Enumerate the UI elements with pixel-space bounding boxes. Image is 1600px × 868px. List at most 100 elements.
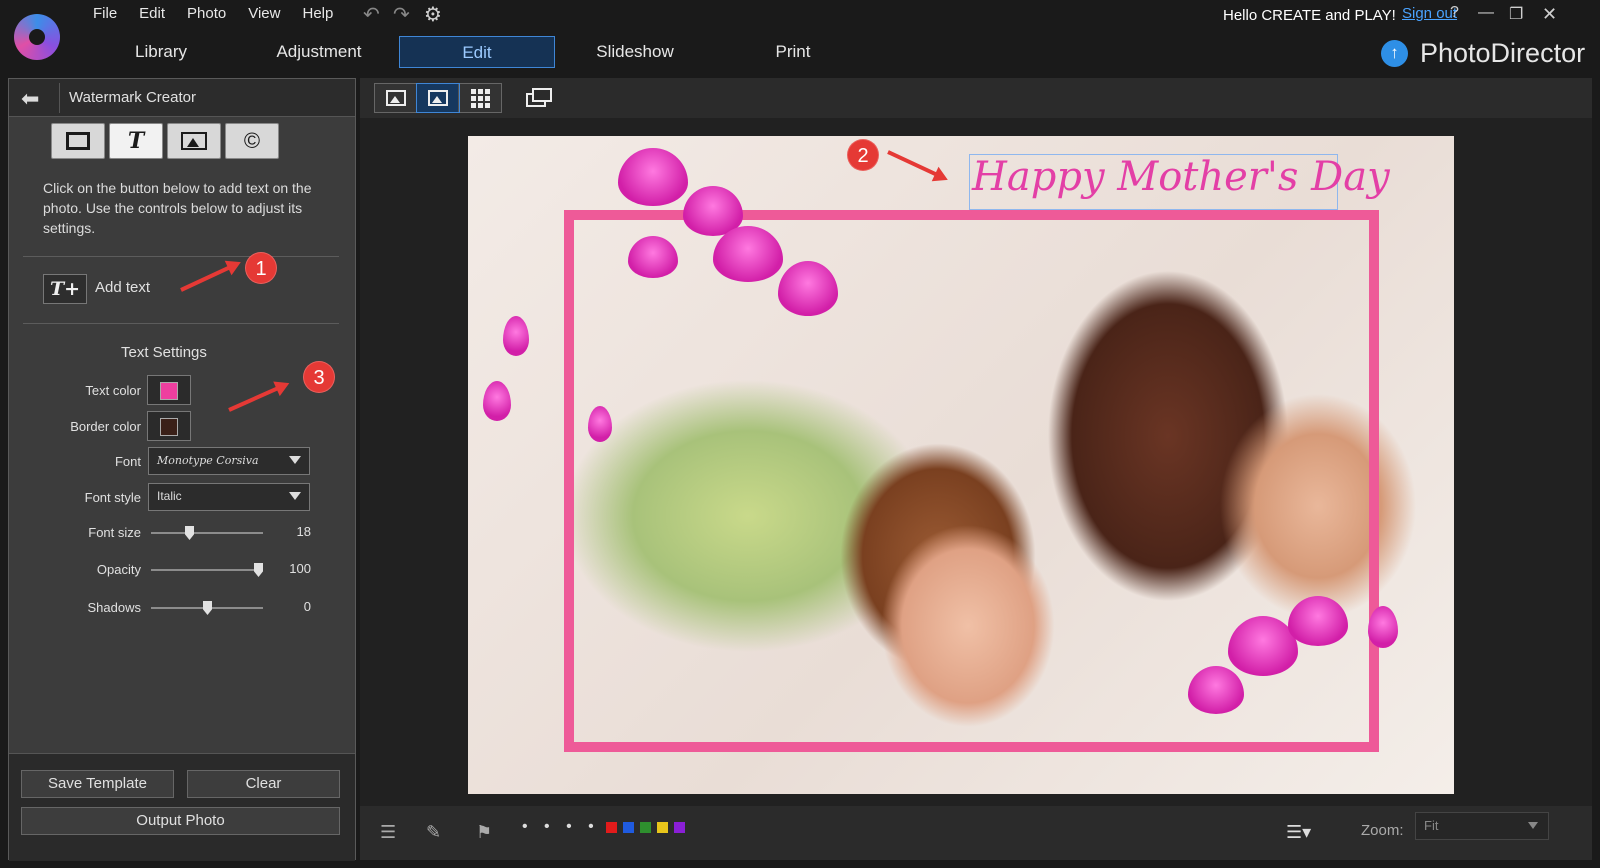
undo-icon[interactable]: ↶ (363, 2, 380, 27)
filmstrip-view-icon[interactable] (375, 84, 417, 112)
panel-title: Watermark Creator (69, 89, 196, 106)
close-icon[interactable]: ✕ (1542, 4, 1557, 25)
shadows-label: Shadows (87, 600, 141, 615)
save-template-button[interactable]: Save Template (21, 770, 174, 798)
brand-name: PhotoDirector (1420, 38, 1586, 68)
tab-print[interactable]: Print (715, 36, 871, 68)
opacity-value: 100 (289, 561, 311, 576)
chevron-down-icon (289, 456, 301, 464)
color-label-purple[interactable] (674, 822, 685, 833)
redo-icon[interactable]: ↷ (393, 2, 410, 27)
output-photo-button[interactable]: Output Photo (21, 807, 340, 835)
orchid-bud (503, 316, 529, 356)
opacity-label: Opacity (96, 562, 141, 577)
zoom-dropdown[interactable]: Fit (1415, 812, 1549, 840)
orchid-bud (483, 381, 511, 421)
menu-file[interactable]: File (82, 3, 128, 24)
annotation-badge-2: 2 (847, 139, 879, 171)
border-color-picker[interactable] (147, 411, 191, 441)
text-color-swatch (160, 382, 178, 400)
orchid-bud (588, 406, 612, 442)
text-settings-heading: Text Settings (121, 344, 207, 361)
watermark-type-tabs: T © (51, 123, 279, 159)
upload-icon[interactable]: ↑ (1381, 40, 1408, 67)
font-size-label: Font size (88, 525, 141, 540)
border-color-label: Border color (70, 419, 141, 434)
restore-icon[interactable]: ❐ (1509, 4, 1523, 24)
slider-handle[interactable] (254, 563, 263, 577)
font-dropdown[interactable]: Monotype Corsiva (148, 447, 310, 475)
panel-header: ⬅ Watermark Creator (9, 79, 355, 117)
font-value: Monotype Corsiva (157, 454, 259, 467)
module-tabs: Library Adjustment Edit Slideshow Print (83, 36, 873, 68)
rotate-list-icon[interactable]: ☰ (380, 822, 396, 843)
text-color-label: Text color (85, 383, 141, 398)
sort-menu-icon[interactable]: ☰▾ (1286, 822, 1311, 843)
chevron-down-icon (289, 492, 301, 500)
annotation-badge-3: 3 (303, 361, 335, 393)
bottom-toolbar: ☰ ✎ ⚑ • • • • • ☰▾ Zoom: Fit (360, 806, 1592, 860)
shadows-slider[interactable] (151, 601, 263, 615)
font-size-slider[interactable] (151, 526, 263, 540)
divider (23, 323, 339, 324)
tab-library[interactable]: Library (83, 36, 239, 68)
orchid-flower (628, 236, 678, 278)
zoom-value: Fit (1424, 818, 1439, 833)
copyright-icon[interactable]: © (225, 123, 279, 159)
clear-button[interactable]: Clear (187, 770, 340, 798)
color-label-red[interactable] (606, 822, 617, 833)
annotation-badge-1: 1 (245, 252, 277, 284)
zoom-label: Zoom: (1361, 822, 1404, 839)
slider-handle[interactable] (203, 601, 212, 615)
view-toolbar (360, 78, 1592, 118)
grid-view-icon[interactable] (459, 84, 501, 112)
menu-edit[interactable]: Edit (128, 3, 176, 24)
watermark-text[interactable]: Happy Mother's Day (972, 154, 1390, 200)
settings-icon[interactable]: ⚙ (424, 2, 442, 27)
image-icon[interactable] (167, 123, 221, 159)
menu-help[interactable]: Help (291, 3, 344, 24)
font-style-label: Font style (84, 490, 141, 505)
add-text-button[interactable]: Add text (95, 279, 150, 296)
minimize-icon[interactable]: — (1478, 4, 1494, 22)
border-color-swatch (160, 418, 178, 436)
font-size-value: 18 (296, 524, 311, 539)
flag-icon[interactable]: ⚑ (476, 822, 492, 843)
orchid-flower (618, 148, 688, 206)
shadows-value: 0 (303, 599, 311, 614)
watermark-panel: ⬅ Watermark Creator T © Click on the but… (8, 78, 356, 861)
tab-slideshow[interactable]: Slideshow (557, 36, 713, 68)
menu-view[interactable]: View (237, 3, 291, 24)
tab-adjustment[interactable]: Adjustment (241, 36, 397, 68)
greeting-text: Hello CREATE and PLAY! (1223, 7, 1396, 24)
sign-out-link[interactable]: Sign out (1402, 5, 1457, 22)
rectangle-icon[interactable] (51, 123, 105, 159)
help-button[interactable]: ? (1450, 4, 1459, 22)
color-label-green[interactable] (640, 822, 651, 833)
edit-pen-icon[interactable]: ✎ (426, 822, 441, 843)
instructions-text: Click on the button below to add text on… (43, 180, 312, 236)
text-color-picker[interactable] (147, 375, 191, 405)
color-label-yellow[interactable] (657, 822, 668, 833)
panel-footer: Save Template Clear Output Photo (9, 753, 355, 861)
orchid-bud (1368, 606, 1398, 648)
text-icon[interactable]: T (109, 123, 163, 159)
app-logo (14, 14, 60, 60)
view-mode-group (374, 83, 502, 113)
menu-bar: File Edit Photo View Help (82, 3, 344, 24)
slider-handle[interactable] (185, 526, 194, 540)
edited-photo[interactable]: Happy Mother's Day (468, 136, 1454, 794)
font-label: Font (114, 454, 141, 469)
menu-photo[interactable]: Photo (176, 3, 237, 24)
compare-view-icon[interactable] (522, 85, 556, 111)
color-label-blue[interactable] (623, 822, 634, 833)
single-view-icon[interactable] (416, 83, 460, 113)
tab-edit[interactable]: Edit (399, 36, 555, 68)
add-text-icon[interactable]: T+ (43, 274, 87, 304)
back-arrow-icon[interactable]: ⬅ (21, 86, 39, 112)
divider (59, 83, 60, 113)
opacity-slider[interactable] (151, 563, 263, 577)
font-style-value: Italic (157, 489, 182, 503)
chevron-down-icon (1528, 822, 1538, 829)
font-style-dropdown[interactable]: Italic (148, 483, 310, 511)
